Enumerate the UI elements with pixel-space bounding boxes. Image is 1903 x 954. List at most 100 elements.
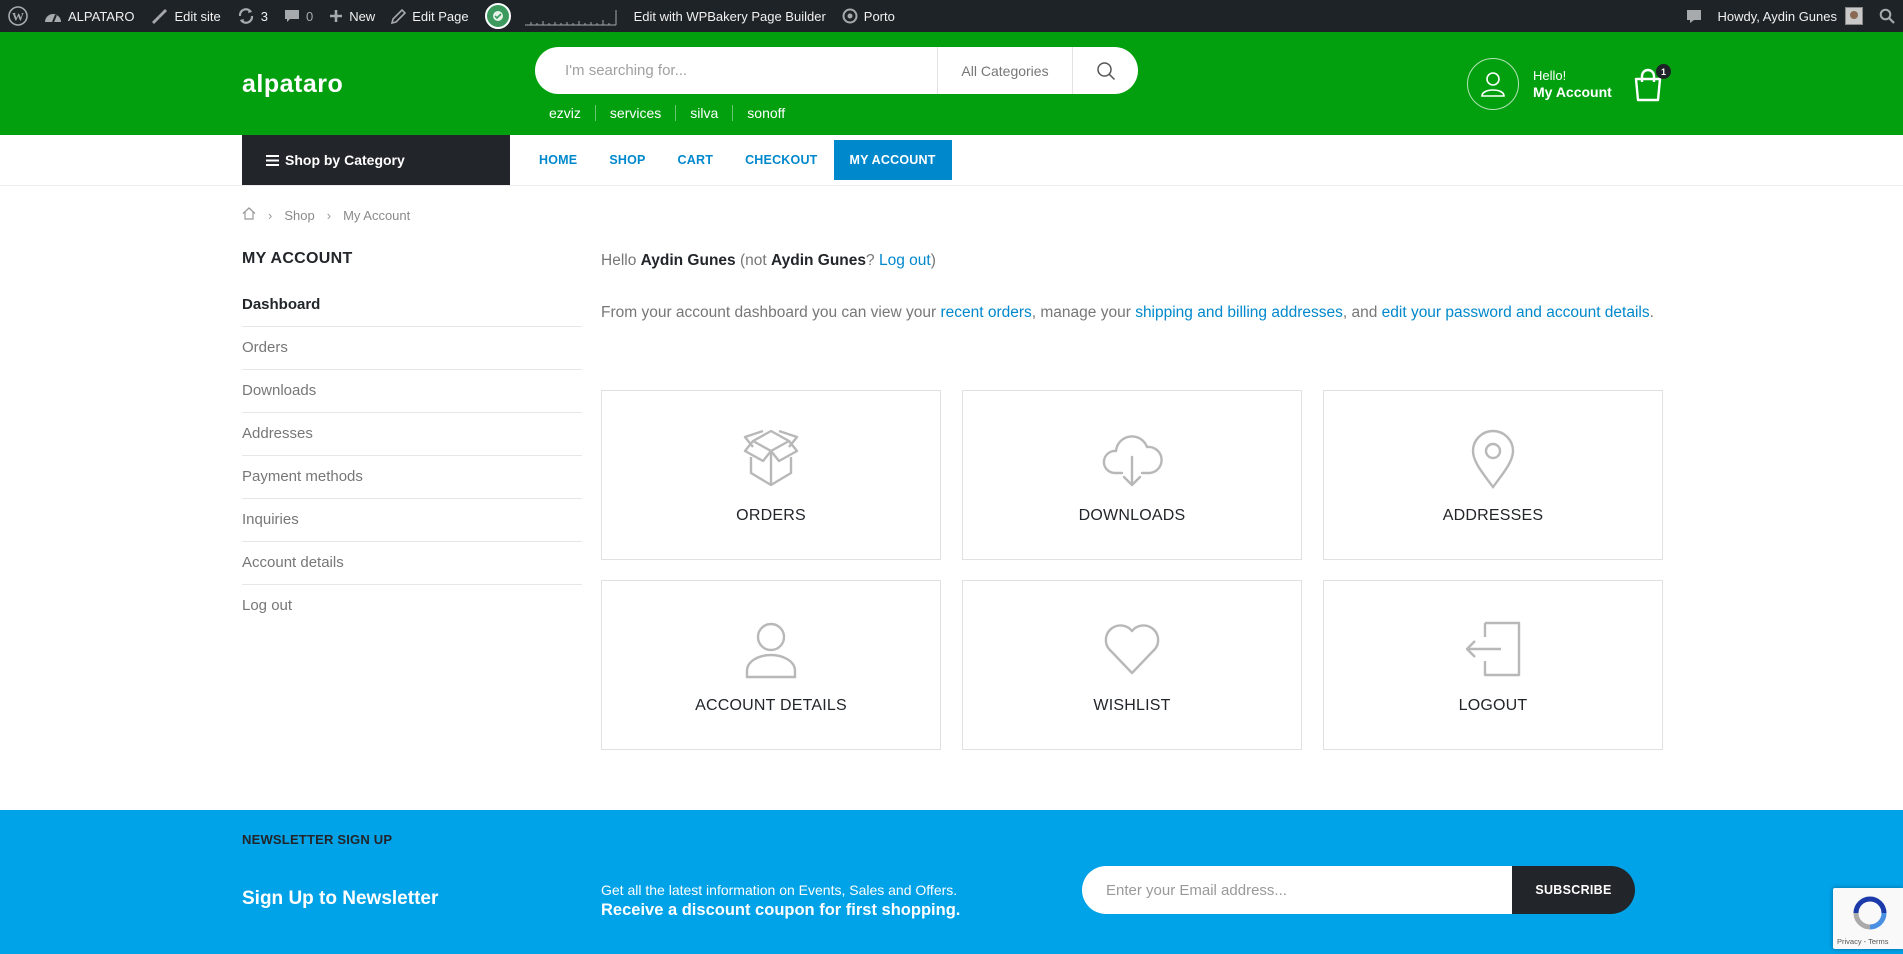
traffic-sparkline-icon[interactable] [523, 6, 618, 26]
dashboard-intro: From your account dashboard you can view… [601, 300, 1663, 326]
edit-site-label: Edit site [174, 8, 221, 24]
sidebar-item-log-out[interactable]: Log out [242, 585, 582, 628]
account-details-card-label: ACCOUNT DETAILS [695, 697, 847, 714]
account-hello: Hello! [1533, 68, 1567, 83]
nav-home[interactable]: HOME [523, 140, 593, 180]
intro-text-2: , manage your [1031, 304, 1136, 321]
account-details-link[interactable]: edit your password and account details [1382, 304, 1650, 321]
header-account-link[interactable]: Hello! My Account [1467, 58, 1612, 110]
close-paren: ) [930, 252, 936, 269]
logout-card[interactable]: LOGOUT [1323, 580, 1663, 750]
logout-link[interactable]: Log out [879, 252, 931, 269]
wordpress-logo-icon[interactable]: W [0, 0, 36, 32]
account-text: Hello! My Account [1533, 68, 1612, 100]
not-prefix: (not [735, 252, 771, 269]
notifications-icon[interactable] [1678, 0, 1710, 32]
sidebar-item-inquiries[interactable]: Inquiries [242, 499, 582, 542]
addresses-card[interactable]: ADDRESSES [1323, 390, 1663, 560]
sidebar-item-downloads[interactable]: Downloads [242, 370, 582, 413]
newsletter-info-line-2: Receive a discount coupon for first shop… [601, 901, 961, 919]
user-name-2: Aydin Gunes [771, 252, 867, 269]
newsletter-info-line-1: Get all the latest information on Events… [601, 882, 958, 898]
admin-account[interactable]: Howdy, Aydin Gunes [1710, 0, 1871, 32]
account-details-card[interactable]: ACCOUNT DETAILS [601, 580, 941, 750]
menu-icon [266, 154, 279, 166]
home-icon[interactable] [242, 207, 256, 223]
cart-button[interactable]: 1 [1633, 64, 1671, 102]
logout-card-label: LOGOUT [1458, 697, 1528, 714]
sidebar-item-dashboard[interactable]: Dashboard [242, 284, 582, 327]
wpbakery-label: Edit with WPBakery Page Builder [633, 8, 826, 24]
nav-checkout[interactable]: CHECKOUT [729, 140, 833, 180]
hello-message: Hello Aydin Gunes (not Aydin Gunes? Log … [601, 250, 1663, 272]
admin-new[interactable]: New [321, 0, 383, 32]
recaptcha-badge[interactable]: Privacy - Terms [1833, 888, 1903, 949]
plus-icon [329, 9, 343, 23]
newsletter-email-input[interactable] [1082, 866, 1512, 914]
nav-shop[interactable]: SHOP [593, 140, 661, 180]
admin-bar-right: Howdy, Aydin Gunes [1678, 0, 1903, 32]
target-icon [842, 8, 858, 24]
orders-card[interactable]: ORDERS [601, 390, 941, 560]
subscribe-button[interactable]: SUBSCRIBE [1512, 866, 1635, 914]
nav-my-account[interactable]: MY ACCOUNT [833, 140, 952, 180]
sidebar-item-addresses[interactable]: Addresses [242, 413, 582, 456]
account-sidebar: MY ACCOUNT Dashboard Orders Downloads Ad… [242, 250, 582, 628]
downloads-card[interactable]: DOWNLOADS [962, 390, 1302, 560]
recaptcha-icon [1853, 896, 1887, 930]
recent-orders-link[interactable]: recent orders [940, 304, 1031, 321]
dashboard-icon [44, 9, 62, 23]
addresses-card-label: ADDRESSES [1442, 507, 1544, 524]
dashboard-cards: ORDERS DOWNLOADS ADDRESSES ACCOUNT DETAI… [601, 390, 1663, 750]
intro-text-1: From your account dashboard you can view… [601, 304, 941, 321]
search-input[interactable] [535, 47, 937, 94]
cloud-download-icon [1102, 435, 1163, 487]
admin-site-name[interactable]: ALPATARO [36, 0, 142, 32]
admin-theme[interactable]: Porto [834, 0, 903, 32]
breadcrumb-current: My Account [343, 207, 411, 223]
hello-prefix: Hello [601, 252, 641, 269]
admin-wpbakery[interactable]: Edit with WPBakery Page Builder [626, 0, 834, 32]
admin-comments[interactable]: 0 [276, 0, 321, 32]
nav-cart[interactable]: CART [662, 140, 730, 180]
newsletter-title: Sign Up to Newsletter [242, 888, 439, 909]
search-tag[interactable]: sonoff [732, 105, 799, 121]
search-button[interactable] [1072, 47, 1138, 94]
admin-search-icon[interactable] [1871, 0, 1903, 32]
sidebar-item-payment-methods[interactable]: Payment methods [242, 456, 582, 499]
theme-label: Porto [863, 8, 895, 24]
user-name: Aydin Gunes [640, 252, 736, 269]
wp-admin-bar: W ALPATARO Edit site 3 0 New Edit Page E… [0, 0, 1903, 32]
account-dashboard: Hello Aydin Gunes (not Aydin Gunes? Log … [601, 250, 1663, 326]
sidebar-item-orders[interactable]: Orders [242, 327, 582, 370]
search-category-select[interactable]: All Categories [937, 47, 1072, 94]
wishlist-card[interactable]: WISHLIST [962, 580, 1302, 750]
addresses-link[interactable]: shipping and billing addresses [1135, 304, 1343, 321]
sidebar-item-account-details[interactable]: Account details [242, 542, 582, 585]
box-icon [743, 429, 799, 487]
question-mark: ? [866, 252, 879, 269]
heart-icon [1104, 624, 1160, 675]
howdy-label: Howdy, Aydin Gunes [1717, 8, 1837, 24]
admin-edit-site[interactable]: Edit site [142, 0, 228, 32]
search-category-label: All Categories [961, 62, 1049, 79]
logout-icon [1465, 621, 1521, 677]
brush-icon [150, 8, 168, 24]
site-logo[interactable]: alpataro [242, 70, 343, 99]
shop-by-category-button[interactable]: Shop by Category [242, 135, 510, 185]
wishlist-card-label: WISHLIST [1093, 697, 1171, 714]
admin-updates[interactable]: 3 [229, 0, 276, 32]
comments-count: 0 [305, 8, 314, 24]
search-tag[interactable]: silva [675, 105, 732, 121]
main-nav: Shop by Category HOME SHOP CART CHECKOUT… [0, 135, 1903, 186]
breadcrumb-shop[interactable]: Shop [284, 208, 314, 223]
recaptcha-terms[interactable]: Privacy - Terms [1837, 937, 1889, 946]
plugin-badge-icon[interactable] [484, 3, 511, 29]
edit-page-label: Edit Page [412, 8, 469, 24]
user-icon [1467, 58, 1519, 110]
admin-edit-page[interactable]: Edit Page [383, 0, 476, 32]
popular-search-tags: ezviz services silva sonoff [535, 105, 799, 121]
sidebar-title: MY ACCOUNT [242, 250, 353, 267]
search-tag[interactable]: services [594, 105, 675, 121]
search-tag[interactable]: ezviz [535, 105, 595, 121]
